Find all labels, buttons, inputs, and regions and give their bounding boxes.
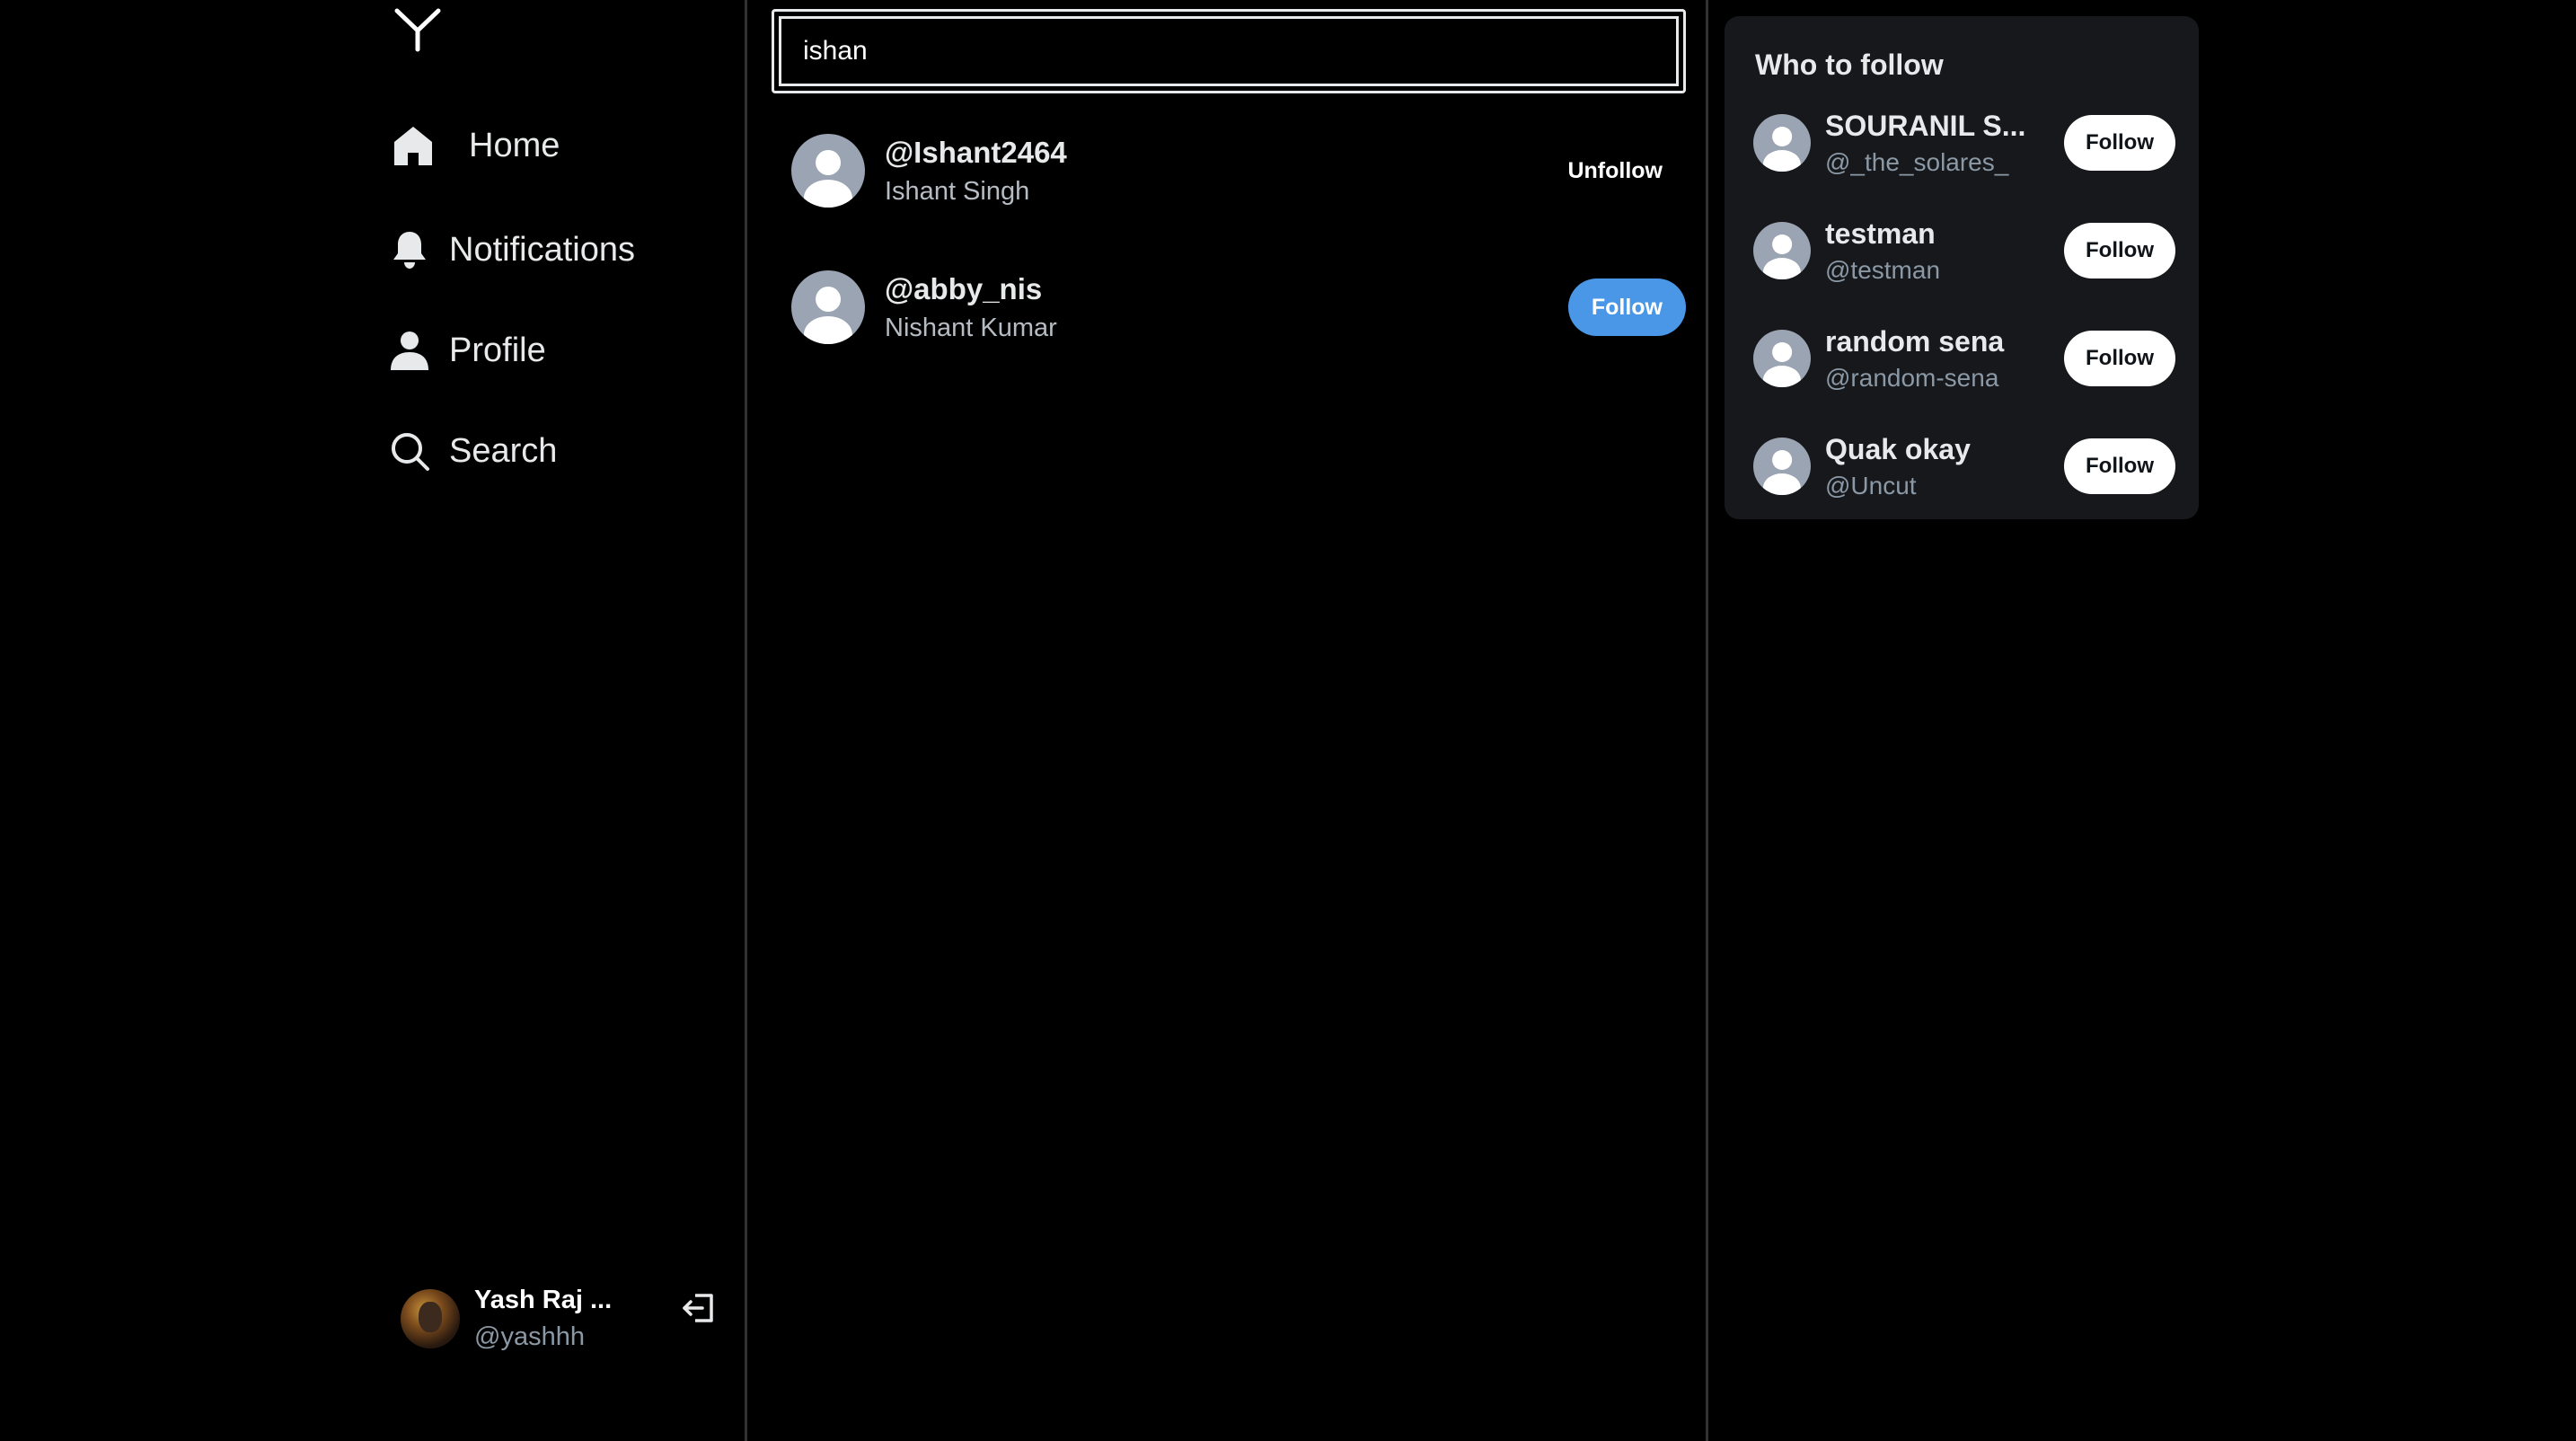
suggested-user[interactable]: Quak okay @Uncut Follow xyxy=(1753,426,2175,507)
nav-label-profile: Profile xyxy=(449,331,546,369)
default-avatar-icon xyxy=(1753,330,1811,387)
who-to-follow-title: Who to follow xyxy=(1755,49,1944,81)
suggested-user-handle: @_the_solares_ xyxy=(1825,147,2009,176)
home-icon xyxy=(392,124,435,167)
nav-item-search[interactable]: Search xyxy=(388,415,557,487)
follow-button[interactable]: Follow xyxy=(2064,438,2175,494)
suggested-user-name: Quak okay xyxy=(1825,432,1971,465)
nav-item-notifications[interactable]: Notifications xyxy=(388,214,635,286)
suggested-user-handle: @testman xyxy=(1825,255,1941,284)
follow-button[interactable]: Follow xyxy=(2064,223,2175,278)
suggested-user-name: testman xyxy=(1825,217,1936,250)
nav-label-search: Search xyxy=(449,431,558,470)
suggested-user[interactable]: SOURANIL S... @_the_solares_ Follow xyxy=(1753,102,2175,183)
nav-item-home[interactable]: Home xyxy=(392,110,560,181)
suggested-user[interactable]: random sena @random-sena Follow xyxy=(1753,318,2175,399)
search-result-item[interactable]: @Ishant2464 Ishant Singh Unfollow xyxy=(791,126,1686,216)
search-result-item[interactable]: @abby_nis Nishant Kumar Follow xyxy=(791,262,1686,352)
search-box xyxy=(772,9,1686,93)
suggested-user-handle: @Uncut xyxy=(1825,471,1917,499)
suggested-user-handle: @random-sena xyxy=(1825,363,1999,392)
search-icon xyxy=(388,429,431,473)
result-name: Nishant Kumar xyxy=(885,313,1057,342)
logout-icon[interactable] xyxy=(681,1290,717,1326)
default-avatar-icon xyxy=(791,270,865,344)
search-column: @Ishant2464 Ishant Singh Unfollow @abby_… xyxy=(750,0,1708,1441)
suggested-user-name: SOURANIL S... xyxy=(1825,109,2026,142)
nav-label-home: Home xyxy=(469,126,560,164)
account-handle: @yashhh xyxy=(474,1322,585,1351)
left-sidebar: Home Notifications Profile Search Yash R… xyxy=(0,0,747,1441)
person-icon xyxy=(388,329,431,372)
follow-button[interactable]: Follow xyxy=(1567,278,1686,336)
nav-label-notifications: Notifications xyxy=(449,230,635,269)
suggested-user[interactable]: testman @testman Follow xyxy=(1753,210,2175,291)
result-handle: @Ishant2464 xyxy=(885,135,1067,169)
result-handle: @abby_nis xyxy=(885,271,1043,305)
default-avatar-icon xyxy=(1753,222,1811,279)
y-logo-icon[interactable] xyxy=(393,7,442,52)
result-name: Ishant Singh xyxy=(885,176,1030,206)
who-to-follow-panel: Who to follow SOURANIL S... @_the_solare… xyxy=(1725,16,2199,519)
search-input[interactable] xyxy=(779,16,1679,86)
avatar xyxy=(401,1289,460,1348)
nav-item-profile[interactable]: Profile xyxy=(388,314,546,386)
account-name: Yash Raj ... xyxy=(474,1286,613,1314)
default-avatar-icon xyxy=(1753,114,1811,172)
follow-button[interactable]: Follow xyxy=(2064,115,2175,171)
default-avatar-icon xyxy=(791,134,865,208)
suggested-user-name: random sena xyxy=(1825,324,2005,358)
bell-icon xyxy=(388,228,431,271)
account-switcher[interactable]: Yash Raj ... @yashhh xyxy=(401,1283,724,1355)
follow-button[interactable]: Follow xyxy=(2064,331,2175,386)
default-avatar-icon xyxy=(1753,438,1811,495)
unfollow-button[interactable]: Unfollow xyxy=(1544,146,1686,197)
